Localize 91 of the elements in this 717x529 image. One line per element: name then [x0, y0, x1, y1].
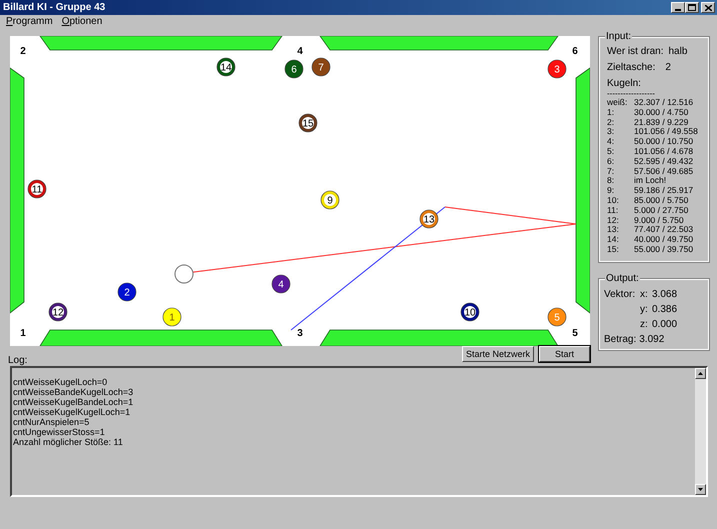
component-label: z:: [640, 319, 649, 330]
component-value: 0.000: [652, 319, 678, 330]
pool-ball: 3: [548, 60, 566, 78]
ball-position: 40.000 / 49.750: [634, 235, 694, 245]
ball-position: 50.000 / 10.750: [634, 137, 694, 147]
ball-label: 6:: [607, 156, 616, 167]
pocket-number: 6: [572, 46, 578, 57]
log-label: Log:: [8, 356, 28, 366]
component-value: 3.068: [652, 289, 678, 300]
ball-label: 3:: [607, 127, 616, 138]
menu-item[interactable]: Programm: [6, 16, 53, 28]
ball-label: 12:: [607, 216, 620, 226]
close-button[interactable]: [701, 2, 715, 13]
pool-ball: 9: [320, 190, 340, 210]
ball-position: 101.056 / 49.558: [634, 127, 698, 138]
ball-position: 9.000 / 5.750: [634, 216, 684, 226]
log-line: cntWeisseBandeKugelLoch=3: [13, 387, 134, 397]
log-line: Anzahl möglicher Stöße: 11: [13, 437, 124, 447]
scrollbar[interactable]: [695, 368, 706, 495]
ball-position: 21.839 / 9.229: [634, 118, 688, 128]
component-label: y:: [640, 304, 649, 315]
component-label: x:: [640, 289, 649, 300]
ball-label: 8:: [607, 176, 616, 186]
ball-position: 77.407 / 22.503: [634, 225, 694, 236]
ball-position: 32.307 / 12.516: [634, 98, 694, 108]
minimize-button[interactable]: [671, 2, 685, 13]
pool-ball: 13: [420, 210, 438, 228]
ball-position: 101.056 / 4.678: [634, 146, 694, 157]
pool-ball: 4: [272, 274, 290, 294]
scroll-down-button[interactable]: [695, 484, 706, 495]
ball-position: 5.000 / 27.750: [634, 206, 688, 216]
separator-text: ------------------: [607, 90, 656, 98]
ball-label: 14:: [607, 235, 620, 245]
ball-label: 1:: [607, 108, 616, 118]
action-button[interactable]: Start: [539, 346, 590, 362]
ball-position: 57.506 / 49.685: [634, 166, 694, 176]
pocket-number: 2: [20, 46, 26, 57]
pool-ball: 1: [162, 308, 182, 326]
ball-position: 30.000 / 4.750: [634, 108, 688, 118]
pool-ball: 12: [48, 302, 68, 322]
pocket-number: 4: [297, 46, 303, 57]
ball-label: 9:: [607, 186, 616, 196]
field-value: 3.092: [639, 334, 664, 345]
ball-position: 55.000 / 39.750: [634, 244, 694, 255]
pool-ball: 15: [298, 114, 318, 132]
ball-label: 10:: [607, 196, 620, 206]
field-value: halb: [668, 46, 688, 58]
pocket-number: 3: [297, 328, 303, 339]
field-label: Wer ist dran:: [607, 46, 664, 58]
pool-ball: 5: [548, 308, 566, 326]
ball-label: 7:: [607, 166, 616, 176]
pool-ball: 6: [284, 60, 304, 78]
field-label: Kugeln:: [607, 78, 642, 90]
component-value: 0.386: [652, 304, 678, 315]
ball-label: 2:: [607, 118, 616, 128]
ball-label: 4:: [607, 137, 616, 147]
field-label: Zieltasche:: [607, 62, 656, 74]
ball-position: 59.186 / 25.917: [634, 186, 694, 196]
ball-label: weiß:: [607, 98, 628, 108]
group-title: Input:: [605, 30, 632, 44]
pool-ball: 7: [312, 58, 330, 76]
ball-label: 11:: [607, 206, 620, 216]
window-title: Billard KI - Gruppe 43: [3, 1, 106, 14]
scroll-up-button[interactable]: [695, 368, 706, 379]
log-line: cntWeisseKugelLoch=0: [13, 377, 108, 387]
ball-label: 5:: [607, 146, 616, 157]
ball-position: 85.000 / 5.750: [634, 196, 688, 206]
pool-ball: 11: [28, 180, 46, 198]
action-button[interactable]: Starte Netzwerk: [462, 346, 534, 362]
group-title: Output:: [605, 272, 640, 286]
ball-position: 52.595 / 49.432: [634, 156, 694, 167]
pool-ball: 14: [216, 58, 236, 76]
field-label: Vektor:: [604, 289, 636, 302]
pool-ball: 2: [118, 282, 136, 302]
log-line: cntWeisseKugelBandeLoch=1: [13, 397, 134, 407]
ball-label: 13:: [607, 225, 620, 236]
ball-label: 15:: [607, 244, 620, 255]
ball-position: im Loch!: [634, 176, 666, 186]
log-line: cntNurAnspielen=5: [13, 417, 90, 427]
field-label: Betrag:: [604, 334, 636, 345]
close-icon: [704, 4, 712, 10]
pool-ball: 10: [460, 302, 480, 322]
pocket-number: 5: [572, 328, 578, 339]
up-arrow-icon: [698, 372, 703, 375]
menu-item[interactable]: Optionen: [62, 16, 102, 28]
down-arrow-icon: [698, 488, 703, 491]
log-line: cntWeisseKugelKugelLoch=1: [13, 407, 132, 417]
log-line: cntUngewisserStoss=1: [13, 427, 106, 437]
field-value: 2: [665, 62, 671, 74]
pocket-number: 1: [20, 328, 26, 339]
maximize-button[interactable]: [685, 2, 699, 13]
